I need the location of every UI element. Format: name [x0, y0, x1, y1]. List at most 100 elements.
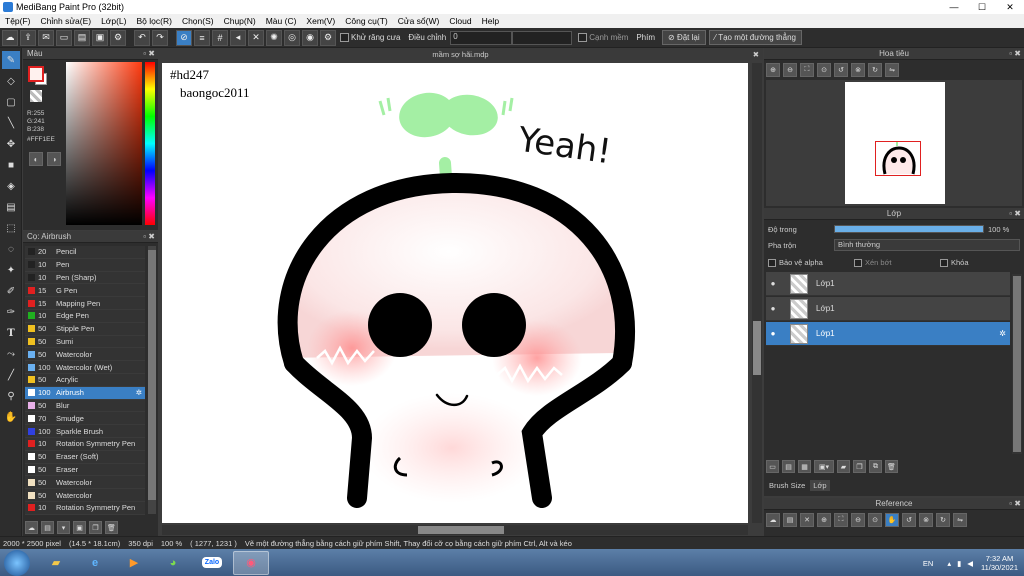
- panel-close-icon[interactable]: ▫ ✖: [1009, 499, 1021, 508]
- eyedropper-icon[interactable]: ⚲: [2, 387, 20, 405]
- file-explorer-icon[interactable]: ▰: [38, 551, 74, 575]
- maximize-icon[interactable]: ☐: [968, 0, 996, 14]
- tab-brush-size[interactable]: Brush Size: [766, 480, 808, 491]
- zoom-in-icon[interactable]: ⊕: [766, 63, 780, 77]
- menu-edit[interactable]: Chỉnh sửa(E): [36, 16, 97, 26]
- ref-zoom-actual-icon[interactable]: ⊙: [868, 513, 882, 527]
- menu-cloud[interactable]: Cloud: [444, 16, 476, 26]
- ref-close-icon[interactable]: ✕: [800, 513, 814, 527]
- visibility-icon[interactable]: ●: [766, 279, 780, 288]
- brush-list-scrollbar[interactable]: [148, 246, 156, 514]
- folder-icon[interactable]: ▤: [74, 29, 90, 46]
- panel-close-icon[interactable]: ▫ ✖: [143, 232, 155, 241]
- cloud-icon[interactable]: ☁: [2, 29, 18, 46]
- document-close-icon[interactable]: ✖: [753, 50, 759, 59]
- correction-dropdown[interactable]: [512, 30, 573, 45]
- ref-open-icon[interactable]: ▤: [783, 513, 797, 527]
- eraser-tool-icon[interactable]: ◇: [2, 72, 20, 90]
- brush-item[interactable]: 10 Rotation Symmetry Pen: [25, 437, 145, 451]
- brush-item[interactable]: 50 Watercolor: [25, 489, 145, 502]
- language-indicator[interactable]: EN: [923, 559, 933, 568]
- ref-zoom-in-icon[interactable]: ⊕: [817, 513, 831, 527]
- document-tab[interactable]: mầm sợ hãi.mdp ✖: [158, 48, 763, 60]
- menu-help[interactable]: Help: [477, 16, 504, 26]
- brush-item[interactable]: 50 Watercolor: [25, 476, 145, 490]
- dot-tool-icon[interactable]: ▢: [2, 93, 20, 111]
- volume-icon[interactable]: ◀: [967, 559, 973, 568]
- blend-mode-dropdown[interactable]: Bình thường: [834, 239, 1020, 251]
- text-tool-icon[interactable]: T: [2, 324, 20, 342]
- add-layer-menu-icon[interactable]: ▣▾: [814, 460, 834, 473]
- redo-icon[interactable]: ↷: [152, 29, 168, 46]
- ref-rotate-right-icon[interactable]: ↻: [936, 513, 950, 527]
- medibang-taskbar-icon[interactable]: ◉: [233, 550, 269, 575]
- brush-item[interactable]: 50 Stipple Pen: [25, 322, 145, 336]
- new-layer-icon[interactable]: ▭: [766, 460, 779, 473]
- start-button[interactable]: [4, 549, 30, 576]
- brush-item[interactable]: 50 Watercolor: [25, 348, 145, 362]
- ref-zoom-out-icon[interactable]: ⊖: [851, 513, 865, 527]
- brush-item[interactable]: 15 G Pen: [25, 284, 145, 298]
- brush-item[interactable]: 100 Sparkle Brush: [25, 425, 145, 438]
- menu-select[interactable]: Chọn(S): [177, 16, 219, 26]
- bucket-tool-icon[interactable]: ◈: [2, 177, 20, 195]
- transparent-swatch[interactable]: [30, 90, 42, 102]
- brush-delete-icon[interactable]: 🗑: [105, 521, 118, 534]
- reset-button[interactable]: ⊘ Đặt lại: [662, 30, 706, 45]
- undo-icon[interactable]: ↶: [134, 29, 150, 46]
- brush-tool-icon[interactable]: ✎: [2, 51, 20, 69]
- tray-arrow-icon[interactable]: ▴: [947, 559, 951, 568]
- new-8bit-layer-icon[interactable]: ▦: [798, 460, 811, 473]
- internet-explorer-icon[interactable]: e: [77, 551, 113, 575]
- brush-copy-icon[interactable]: ❐: [89, 521, 102, 534]
- cloud-brush-icon[interactable]: ☁: [25, 521, 38, 534]
- rotate-reset-icon[interactable]: ⊗: [851, 63, 865, 77]
- ref-fit-icon[interactable]: ⛶: [834, 513, 848, 527]
- brush-item[interactable]: 100 Watercolor (Wet): [25, 361, 145, 374]
- menu-tools[interactable]: Công cụ(T): [340, 16, 393, 26]
- hand-tool-icon[interactable]: ✋: [2, 408, 20, 426]
- visibility-icon[interactable]: ●: [766, 304, 780, 313]
- network-icon[interactable]: ▮: [957, 559, 961, 568]
- brush-settings-icon[interactable]: ✲: [136, 388, 142, 397]
- brush-item[interactable]: 50 Acrylic: [25, 373, 145, 387]
- add-brush-icon[interactable]: ▾: [57, 521, 70, 534]
- select-pen-icon[interactable]: ✐: [2, 282, 20, 300]
- brush-folder-icon[interactable]: ▤: [41, 521, 54, 534]
- smooth-checkbox[interactable]: [578, 33, 588, 42]
- snap-circle-icon[interactable]: ◎: [284, 29, 300, 46]
- zoom-actual-icon[interactable]: ⊙: [817, 63, 831, 77]
- panel-close-icon[interactable]: ▫ ✖: [1009, 49, 1021, 58]
- select-tool-icon[interactable]: ⬚: [2, 219, 20, 237]
- brush-import-icon[interactable]: ▣: [73, 521, 86, 534]
- brush-item[interactable]: 50 Sumi: [25, 335, 145, 349]
- hue-slider[interactable]: [145, 62, 155, 225]
- menu-window[interactable]: Cửa sổ(W): [393, 16, 445, 26]
- ref-cloud-icon[interactable]: ☁: [766, 513, 780, 527]
- rotate-right-icon[interactable]: ↻: [868, 63, 882, 77]
- clipping-checkbox[interactable]: [854, 259, 862, 268]
- correction-input[interactable]: 0: [450, 30, 513, 45]
- fill-rect-icon[interactable]: ■: [2, 156, 20, 174]
- divide-tool-icon[interactable]: ╱: [2, 366, 20, 384]
- close-icon[interactable]: ✕: [996, 0, 1024, 14]
- canvas-vertical-scrollbar[interactable]: [752, 63, 762, 523]
- ref-hand-icon[interactable]: ✋: [885, 513, 899, 527]
- magic-wand-icon[interactable]: ✦: [2, 261, 20, 279]
- layer-row-selected[interactable]: ● Lớp1 ✲: [766, 322, 1010, 346]
- gradient-tool-icon[interactable]: ▤: [2, 198, 20, 216]
- rotate-left-icon[interactable]: ↺: [834, 63, 848, 77]
- menu-color[interactable]: Màu (C): [261, 16, 302, 26]
- drawing-canvas[interactable]: #hd247 baongoc2011 Yeah!: [162, 63, 748, 523]
- snap-perspective-icon[interactable]: ✕: [248, 29, 264, 46]
- panel-close-icon[interactable]: ▫ ✖: [143, 49, 155, 58]
- brush-item[interactable]: 10 Pen (Sharp): [25, 271, 145, 285]
- lock-option[interactable]: Khóa: [940, 258, 969, 268]
- menu-filter[interactable]: Bộ lọc(R): [132, 16, 177, 26]
- antialias-checkbox[interactable]: [340, 33, 349, 42]
- brush-item[interactable]: 10 Pen: [25, 258, 145, 272]
- panel-close-icon[interactable]: ▫ ✖: [1009, 209, 1021, 218]
- menu-view[interactable]: Xem(V): [301, 16, 340, 26]
- snap-radial-icon[interactable]: ✺: [266, 29, 282, 46]
- snap-settings-icon[interactable]: ⚙: [320, 29, 336, 46]
